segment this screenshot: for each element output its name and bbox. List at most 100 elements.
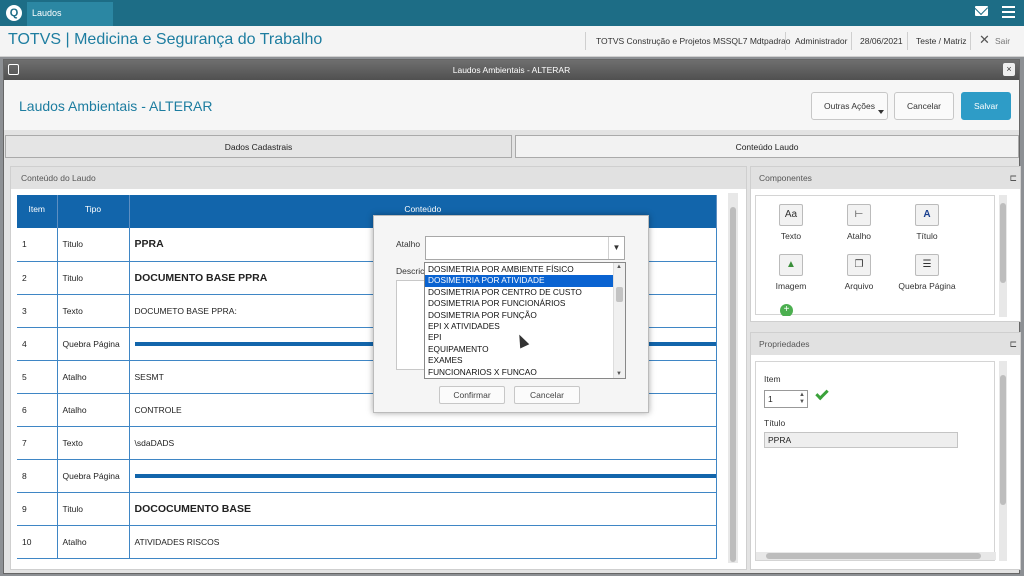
component-texto[interactable]: Aa Texto bbox=[756, 204, 826, 241]
column-header-item[interactable]: Item bbox=[17, 195, 58, 228]
table-row[interactable]: 9 Titulo DOCOCUMENTO BASE bbox=[17, 492, 717, 526]
scroll-thumb[interactable] bbox=[1000, 375, 1006, 505]
cell-item[interactable]: 9 bbox=[17, 492, 58, 526]
cell-item[interactable]: 7 bbox=[17, 426, 58, 460]
scroll-thumb[interactable] bbox=[1000, 203, 1006, 283]
scroll-up-icon[interactable]: ▲ bbox=[616, 264, 622, 270]
tab-conteudo-laudo[interactable]: Conteúdo Laudo bbox=[515, 135, 1019, 158]
dropdown-option[interactable]: DOSIMETRIA POR FUNÇÃO bbox=[425, 310, 613, 321]
cell-tipo[interactable]: Quebra Página bbox=[57, 327, 130, 361]
scroll-thumb[interactable] bbox=[730, 207, 736, 562]
titulo-field[interactable]: PPRA bbox=[764, 432, 958, 448]
component-label: Texto bbox=[780, 231, 802, 241]
cell-tipo[interactable]: Titulo bbox=[57, 261, 130, 295]
file-icon: ❐ bbox=[847, 254, 871, 276]
cell-conteudo[interactable]: \sdaDADS bbox=[129, 426, 717, 460]
title-icon: A bbox=[915, 204, 939, 226]
dropdown-option[interactable]: FUNCIONARIOS X FUNCAO bbox=[425, 367, 613, 378]
properties-vscrollbar[interactable] bbox=[999, 361, 1007, 561]
item-stepper[interactable]: 1 ▲ ▼ bbox=[764, 390, 808, 408]
component-label: Arquivo bbox=[844, 281, 874, 291]
totvs-logo-icon[interactable]: Q bbox=[6, 5, 22, 21]
tab-dados-cadastrais[interactable]: Dados Cadastrais bbox=[5, 135, 512, 158]
component-label: Atalho bbox=[846, 231, 872, 241]
modal-cancel-button[interactable]: Cancelar bbox=[514, 386, 580, 404]
atalho-select[interactable]: ▼ bbox=[425, 236, 625, 260]
menu-icon[interactable] bbox=[1002, 6, 1015, 18]
component-quebra-pagina[interactable]: ☰ Quebra Página bbox=[892, 254, 962, 291]
mail-icon[interactable] bbox=[975, 6, 988, 16]
divider bbox=[970, 32, 971, 50]
table-row[interactable]: 7 Texto \sdaDADS bbox=[17, 426, 717, 460]
column-header-tipo[interactable]: Tipo bbox=[57, 195, 130, 228]
system-date: 28/06/2021 bbox=[860, 36, 903, 46]
dropdown-option[interactable]: DOSIMETRIA POR ATIVIDADE bbox=[425, 275, 613, 287]
cell-tipo[interactable]: Texto bbox=[57, 294, 130, 328]
cell-tipo[interactable]: Quebra Página bbox=[57, 459, 130, 493]
dropdown-option[interactable]: DOSIMETRIA POR FUNCIONÁRIOS bbox=[425, 298, 613, 309]
cell-item[interactable]: 4 bbox=[17, 327, 58, 361]
cancel-button[interactable]: Cancelar bbox=[894, 92, 954, 120]
cell-item[interactable]: 3 bbox=[17, 294, 58, 328]
scroll-down-icon[interactable]: ▼ bbox=[616, 371, 622, 377]
dropdown-arrow-icon[interactable]: ▼ bbox=[608, 237, 624, 259]
exit-link[interactable]: Sair bbox=[995, 36, 1010, 46]
item-label: Item bbox=[764, 374, 781, 384]
cell-item[interactable]: 6 bbox=[17, 393, 58, 427]
dropdown-option[interactable]: DOSIMETRIA POR CENTRO DE CUSTO bbox=[425, 287, 613, 298]
maximize-icon[interactable]: ⊏ bbox=[1009, 167, 1017, 189]
cell-tipo[interactable]: Texto bbox=[57, 426, 130, 460]
cell-conteudo[interactable] bbox=[129, 459, 717, 493]
maximize-icon[interactable]: ⊏ bbox=[1009, 333, 1017, 355]
divider bbox=[785, 32, 786, 50]
dropdown-option[interactable]: EPI X ATIVIDADES bbox=[425, 321, 613, 332]
cell-tipo[interactable]: Titulo bbox=[57, 228, 130, 262]
scroll-thumb[interactable] bbox=[616, 287, 623, 302]
cell-tipo[interactable]: Atalho bbox=[57, 360, 130, 394]
properties-hscrollbar[interactable] bbox=[756, 552, 996, 560]
cell-item[interactable]: 2 bbox=[17, 261, 58, 295]
dropdown-option[interactable]: DOSIMETRIA POR AMBIENTE FÍSICO bbox=[425, 264, 613, 275]
page-break-line bbox=[134, 473, 716, 478]
cell-tipo[interactable]: Atalho bbox=[57, 525, 130, 559]
component-titulo[interactable]: A Título bbox=[892, 204, 962, 241]
caret-down-icon bbox=[878, 110, 884, 114]
component-label: Título bbox=[916, 231, 938, 241]
cell-tipo[interactable]: Atalho bbox=[57, 393, 130, 427]
stepper-arrows-icon[interactable]: ▲ ▼ bbox=[799, 392, 805, 406]
item-value: 1 bbox=[768, 394, 773, 404]
atalho-dropdown-list[interactable]: DOSIMETRIA POR AMBIENTE FÍSICO DOSIMETRIA… bbox=[424, 262, 626, 379]
properties-title: Propriedades bbox=[759, 339, 810, 349]
tab-laudos[interactable]: Laudos [02.9.0035]× bbox=[27, 2, 113, 40]
components-scrollbar[interactable] bbox=[999, 195, 1007, 317]
cell-item[interactable]: 1 bbox=[17, 228, 58, 262]
save-button[interactable]: Salvar bbox=[961, 92, 1011, 120]
other-actions-button[interactable]: Outras Ações bbox=[811, 92, 888, 120]
component-atalho[interactable]: ⊢ Atalho bbox=[824, 204, 894, 241]
cell-item[interactable]: 10 bbox=[17, 525, 58, 559]
form-header: Laudos Ambientais - ALTERAR Outras Ações… bbox=[4, 80, 1019, 130]
cell-item[interactable]: 8 bbox=[17, 459, 58, 493]
cell-conteudo[interactable]: DOCOCUMENTO BASE bbox=[129, 492, 717, 526]
divider bbox=[907, 32, 908, 50]
components-list: Aa Texto ⊢ Atalho A Título ▲ Imagem ❐ Arquivo… bbox=[755, 195, 995, 316]
cell-item[interactable]: 5 bbox=[17, 360, 58, 394]
grid-scrollbar[interactable] bbox=[728, 193, 738, 563]
components-panel-header: Componentes ⊏ bbox=[751, 167, 1020, 189]
dropdown-option[interactable]: EXAMES bbox=[425, 355, 613, 366]
exit-icon[interactable]: ✕ bbox=[979, 32, 990, 48]
top-tab-bar: Q Laudos [02.9.0035]× bbox=[0, 0, 1024, 40]
window-close-icon[interactable]: × bbox=[1003, 63, 1015, 76]
scroll-thumb[interactable] bbox=[766, 553, 981, 559]
add-component-icon[interactable]: + bbox=[770, 304, 794, 316]
cell-conteudo[interactable]: ATIVIDADES RISCOS bbox=[129, 525, 717, 559]
component-arquivo[interactable]: ❐ Arquivo bbox=[824, 254, 894, 291]
window-icon bbox=[8, 64, 19, 75]
dropdown-scrollbar[interactable]: ▲ ▼ bbox=[613, 263, 625, 378]
cell-tipo[interactable]: Titulo bbox=[57, 492, 130, 526]
confirm-button[interactable]: Confirmar bbox=[439, 386, 505, 404]
confirm-check-icon[interactable] bbox=[815, 386, 829, 401]
component-imagem[interactable]: ▲ Imagem bbox=[756, 254, 826, 291]
table-row[interactable]: 8 Quebra Página bbox=[17, 459, 717, 493]
table-row[interactable]: 10 Atalho ATIVIDADES RISCOS bbox=[17, 525, 717, 559]
